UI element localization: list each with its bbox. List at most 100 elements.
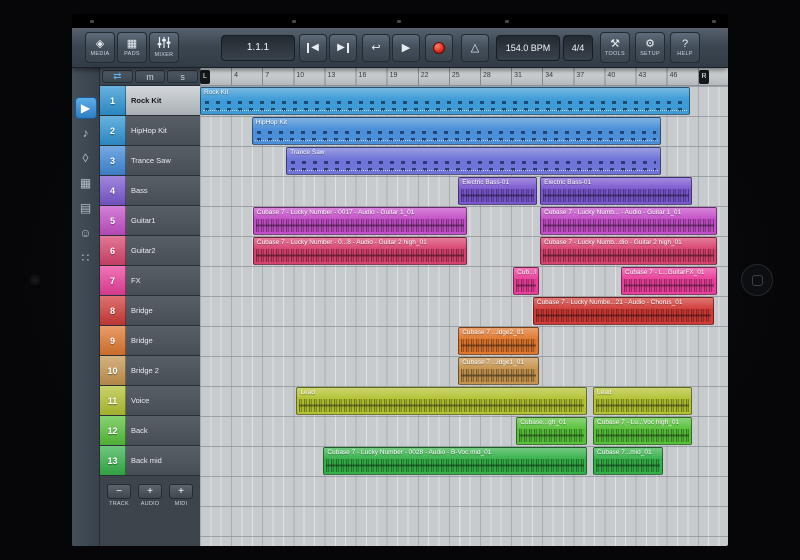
clip[interactable]: Cub...01 [513, 267, 539, 295]
eraser-tool[interactable]: ◊ [75, 147, 97, 169]
track-row[interactable]: 6Guitar2 [100, 236, 200, 266]
track-name[interactable]: Back [126, 416, 200, 445]
track-name[interactable]: Bridge 2 [126, 356, 200, 385]
track-name[interactable]: FX [126, 266, 200, 295]
clip[interactable]: Cubase 7 - L...GuitarFX_01 [621, 267, 717, 295]
track-row[interactable]: 5Guitar1 [100, 206, 200, 236]
clip[interactable]: Cubase 7 ...idge1_01 [458, 357, 539, 385]
track-row[interactable]: 12Back [100, 416, 200, 446]
clip[interactable]: Cubase 7 - Lucky Numbe...21 - Audio - Ch… [533, 297, 715, 325]
track-row[interactable]: 4Bass [100, 176, 200, 206]
track-name[interactable]: Rock Kit [126, 86, 200, 115]
track-row[interactable]: 10Bridge 2 [100, 356, 200, 386]
question-icon: ? [682, 38, 688, 50]
mixer-button[interactable]: MIXER [149, 32, 179, 63]
left-locator[interactable]: L [200, 70, 210, 84]
clip[interactable]: Rock Kit [200, 87, 690, 115]
track-number[interactable]: 1 [100, 86, 126, 115]
track-row[interactable]: 3Trance Saw [100, 146, 200, 176]
track-name[interactable]: Bridge [126, 296, 200, 325]
clip[interactable]: HipHop Kit [252, 117, 662, 145]
record-button[interactable] [425, 34, 453, 62]
track-row[interactable]: 9Bridge [100, 326, 200, 356]
ruler-bar-label: 19 [390, 72, 398, 79]
clip[interactable]: Electric Bass-01 [458, 177, 537, 205]
media-button[interactable]: ◈ MEDIA [85, 32, 115, 63]
clip[interactable]: Cubase 7 - Lucky Number - 0017 - Audio -… [253, 207, 467, 235]
clip[interactable]: Cubase...gh_01 [516, 417, 587, 445]
track-number[interactable]: 7 [100, 266, 126, 295]
track-row[interactable]: 7FX [100, 266, 200, 296]
clip[interactable]: Cubase 7 ...idge2_01 [458, 327, 539, 355]
status-icon [90, 20, 94, 23]
clip[interactable]: Cubase 7...mid_01 [593, 447, 663, 475]
track-name[interactable]: HipHop Kit [126, 116, 200, 145]
ruler-bar-label: 16 [359, 72, 367, 79]
pads-icon: ▦ [127, 38, 137, 50]
follow-playhead-button[interactable]: ⇄ [102, 70, 133, 83]
track-name[interactable]: Trance Saw [126, 146, 200, 175]
track-name[interactable]: Voice [126, 386, 200, 415]
track-number[interactable]: 8 [100, 296, 126, 325]
select-play-tool[interactable]: ▶ [75, 97, 97, 119]
arrangement-area[interactable]: 471013161922252831343740434649LR Rock Ki… [200, 68, 728, 546]
goto-start-button[interactable]: ◀ [299, 34, 327, 62]
bpm-display[interactable]: 154.0 BPM [496, 35, 560, 61]
track-number[interactable]: 4 [100, 176, 126, 205]
track-row[interactable]: 1Rock Kit [100, 86, 200, 116]
track-name[interactable]: Back mid [126, 446, 200, 475]
more-tool[interactable]: ∷ [75, 247, 97, 269]
track-number[interactable]: 3 [100, 146, 126, 175]
clip[interactable]: Lead [593, 387, 692, 415]
track-number[interactable]: 9 [100, 326, 126, 355]
timeline-ruler[interactable]: 471013161922252831343740434649LR [200, 68, 728, 86]
track-row[interactable]: 2HipHop Kit [100, 116, 200, 146]
tools-button[interactable]: ⚒ TOOLS [600, 32, 630, 63]
track-name[interactable]: Guitar2 [126, 236, 200, 265]
track-name[interactable]: Bass [126, 176, 200, 205]
arrangement-grid[interactable]: Rock KitHipHop KitTrance SawElectric Bas… [200, 86, 728, 546]
track-number[interactable]: 6 [100, 236, 126, 265]
play-button[interactable]: ▶ [392, 34, 420, 62]
track-number[interactable]: 12 [100, 416, 126, 445]
pads-button[interactable]: ▦ PADS [117, 32, 147, 63]
track-row[interactable]: 11Voice [100, 386, 200, 416]
track-number[interactable]: 13 [100, 446, 126, 475]
track-number[interactable]: 10 [100, 356, 126, 385]
track-number[interactable]: 2 [100, 116, 126, 145]
pattern-tool[interactable]: ▤ [75, 197, 97, 219]
clip[interactable]: Lead [296, 387, 586, 415]
smiley-tool[interactable]: ☺ [75, 222, 97, 244]
metronome-button[interactable]: △ [461, 34, 489, 62]
solo-button[interactable]: s [167, 70, 198, 83]
clip[interactable]: Trance Saw [286, 147, 661, 175]
setup-button[interactable]: ⚙ SETUP [635, 32, 665, 63]
add-midi-track-button[interactable]: + MIDI [169, 484, 193, 507]
clip[interactable]: Cubase 7 - Lucky Number - 0...8 - Audio … [253, 237, 467, 265]
note-tool[interactable]: ♪ [75, 122, 97, 144]
add-audio-track-button[interactable]: + AUDIO [138, 484, 162, 507]
help-button[interactable]: ? HELP [670, 32, 700, 63]
position-display[interactable]: 1.1.1 [221, 35, 295, 61]
clip[interactable]: Electric Bass-01 [540, 177, 691, 205]
home-button[interactable] [741, 264, 773, 296]
clip[interactable]: Cubase 7 - Lucky Numb... - Audio - Guita… [540, 207, 717, 235]
clip-label: Lead [597, 389, 689, 396]
track-number[interactable]: 11 [100, 386, 126, 415]
keys-tool[interactable]: ▦ [75, 172, 97, 194]
right-locator[interactable]: R [699, 70, 709, 84]
track-row[interactable]: 13Back mid [100, 446, 200, 476]
mute-button[interactable]: m [135, 70, 166, 83]
clip[interactable]: Cubase 7 - Lu...Voc high_01 [593, 417, 692, 445]
smiley-tool-icon: ☺ [79, 226, 91, 240]
clip[interactable]: Cubase 7 - Lucky Number - 0028 - Audio -… [323, 447, 586, 475]
track-number[interactable]: 5 [100, 206, 126, 235]
remove-track-button[interactable]: − TRACK [107, 484, 131, 507]
track-name[interactable]: Guitar1 [126, 206, 200, 235]
goto-end-button[interactable]: ▶ [329, 34, 357, 62]
clip[interactable]: Cubase 7 - Lucky Numb...dio - Guitar 2 h… [540, 237, 717, 265]
time-signature-display[interactable]: 4/4 [563, 35, 593, 61]
track-name[interactable]: Bridge [126, 326, 200, 355]
undo-button[interactable]: ↩ [362, 34, 390, 62]
track-row[interactable]: 8Bridge [100, 296, 200, 326]
